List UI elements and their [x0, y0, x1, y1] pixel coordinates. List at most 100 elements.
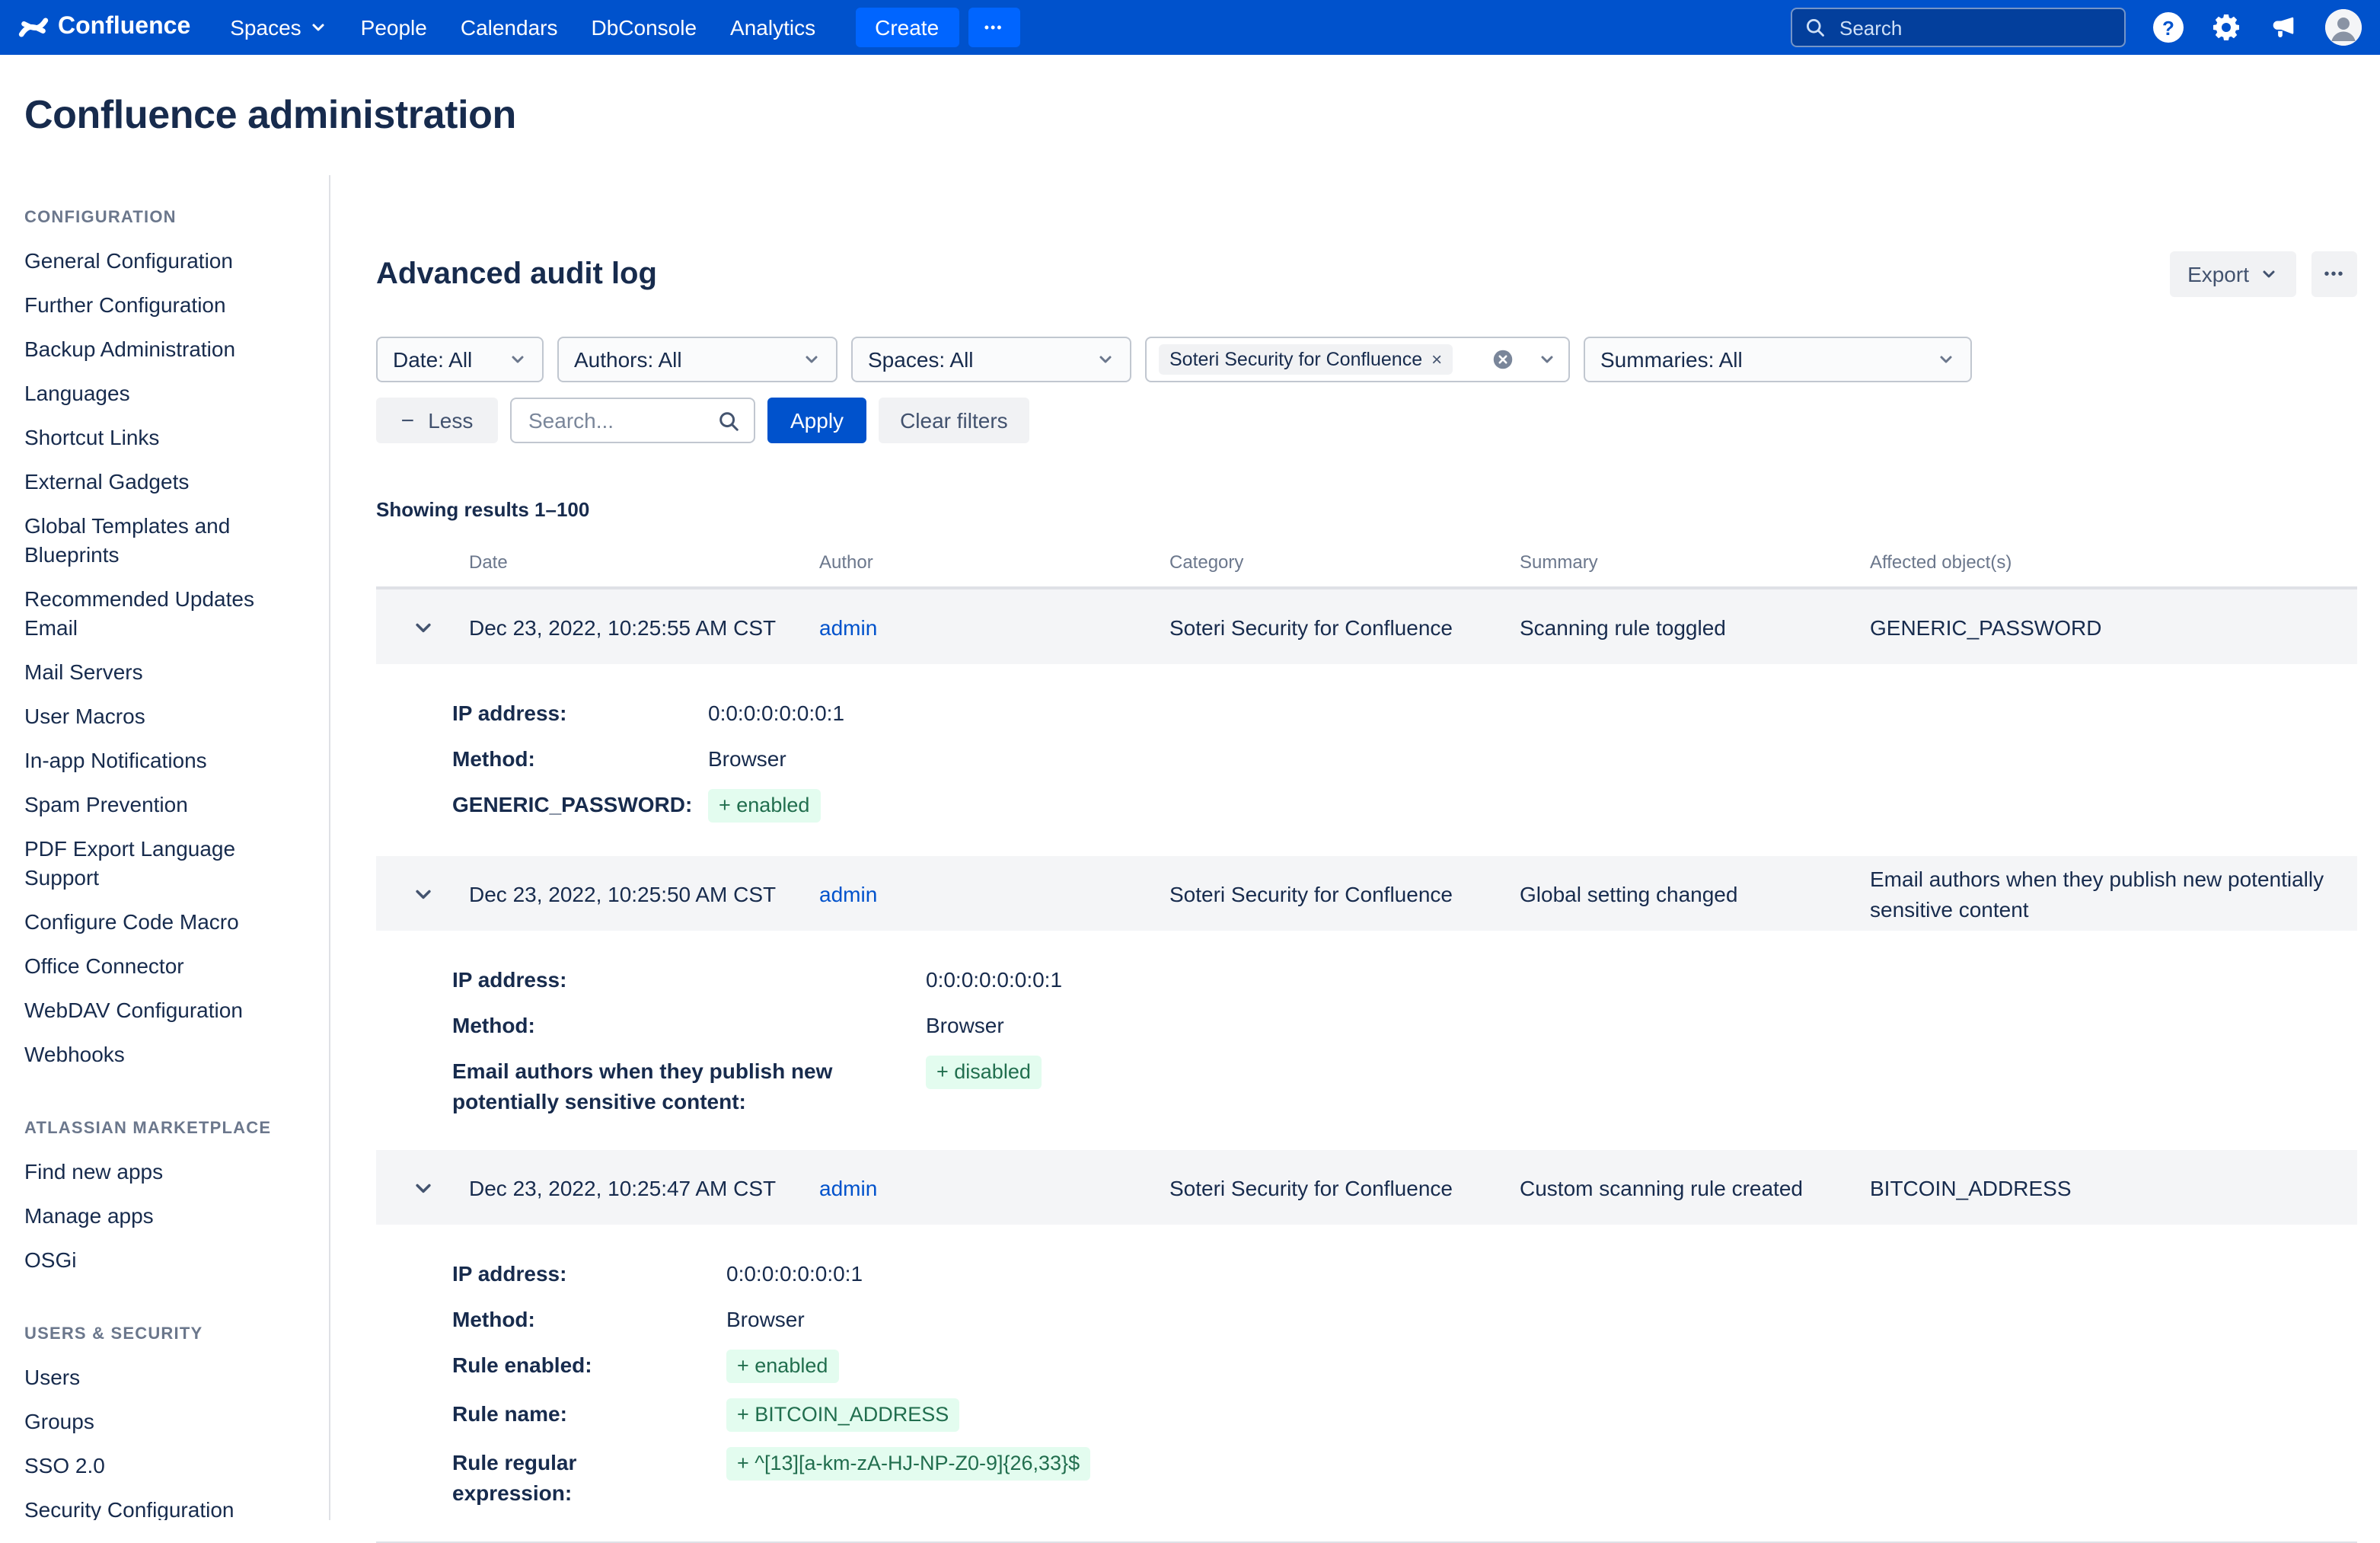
gear-icon	[2211, 12, 2241, 43]
sidebar-item-mail-servers[interactable]: Mail Servers	[24, 650, 311, 695]
collapse-row-button[interactable]	[404, 875, 441, 912]
clear-filter-icon[interactable]	[1492, 349, 1514, 370]
change-badge: + enabled	[726, 1350, 838, 1383]
detail-label: GENERIC_PASSWORD:	[452, 789, 708, 819]
sidebar-item-groups[interactable]: Groups	[24, 1400, 311, 1444]
change-badge: + ^[13][a-km-zA-HJ-NP-Z0-9]{26,33}$	[726, 1447, 1090, 1481]
chevron-down-icon	[1096, 350, 1115, 369]
clear-filters-button[interactable]: Clear filters	[879, 398, 1029, 443]
search-icon	[717, 409, 740, 432]
sidebar-item-shortcut-links[interactable]: Shortcut Links	[24, 416, 311, 460]
sidebar-item-languages[interactable]: Languages	[24, 372, 311, 416]
section-title: Advanced audit log	[376, 257, 657, 292]
detail-value: 0:0:0:0:0:0:0:1	[708, 698, 844, 728]
apply-button[interactable]: Apply	[767, 398, 866, 443]
sidebar-item-users[interactable]: Users	[24, 1356, 311, 1400]
sidebar-item-spam-prevention[interactable]: Spam Prevention	[24, 783, 311, 827]
detail-label: Rule regular expression:	[452, 1447, 726, 1508]
detail-value: Browser	[726, 1304, 805, 1334]
sidebar-item-webdav-configuration[interactable]: WebDAV Configuration	[24, 989, 311, 1033]
audit-author-link[interactable]: admin	[819, 881, 877, 906]
nav-item-analytics[interactable]: Analytics	[730, 15, 815, 40]
announcements-button[interactable]	[2269, 13, 2298, 42]
chevron-down-icon	[509, 350, 527, 369]
export-button[interactable]: Export	[2169, 251, 2296, 297]
nav-search[interactable]	[1791, 8, 2126, 47]
more-actions-button[interactable]: •••	[2311, 251, 2357, 297]
question-icon: ?	[2162, 16, 2174, 39]
filter-search-input[interactable]	[525, 407, 708, 434]
spaces-filter-dropdown[interactable]: Spaces: All	[851, 337, 1131, 382]
sidebar-item-manage-apps[interactable]: Manage apps	[24, 1194, 311, 1238]
admin-sidebar: CONFIGURATION General Configuration Furt…	[0, 175, 330, 1520]
confluence-logo-icon	[18, 12, 49, 43]
nav-more-button[interactable]: •••	[968, 8, 1019, 47]
results-count: Showing results 1–100	[376, 498, 2357, 521]
filter-actions: − Less Apply Clear filters	[376, 398, 2357, 443]
sidebar-item-sso[interactable]: SSO 2.0	[24, 1444, 311, 1488]
nav-item-dbconsole[interactable]: DbConsole	[592, 15, 697, 40]
chevron-down-icon	[802, 350, 821, 369]
audit-author-link[interactable]: admin	[819, 1175, 877, 1200]
audit-row-details: IP address: 0:0:0:0:0:0:0:1 Method: Brow…	[376, 1225, 2357, 1543]
sidebar-item-external-gadgets[interactable]: External Gadgets	[24, 460, 311, 504]
authors-filter-dropdown[interactable]: Authors: All	[557, 337, 837, 382]
brand-label: Confluence	[58, 14, 190, 41]
expand-column-header	[376, 551, 469, 573]
more-icon: •••	[2324, 266, 2344, 283]
column-header-summary: Summary	[1520, 551, 1870, 573]
nav-right: ?	[1791, 8, 2362, 47]
audit-affected: GENERIC_PASSWORD	[1870, 612, 2357, 642]
nav-item-spaces[interactable]: Spaces	[230, 15, 327, 40]
column-header-author: Author	[819, 551, 1169, 573]
filter-search[interactable]	[510, 398, 755, 443]
sidebar-item-user-macros[interactable]: User Macros	[24, 695, 311, 739]
audit-row-details: IP address: 0:0:0:0:0:0:0:1 Method: Brow…	[376, 931, 2357, 1150]
sidebar-item-security-configuration[interactable]: Security Configuration	[24, 1488, 311, 1520]
audit-category: Soteri Security for Confluence	[1169, 612, 1520, 642]
audit-date: Dec 23, 2022, 10:25:50 AM CST	[469, 878, 819, 909]
detail-label: Method:	[452, 1010, 926, 1040]
main-content: Advanced audit log Export ••• Date: All	[330, 175, 2380, 1520]
nav-item-calendars[interactable]: Calendars	[461, 15, 558, 40]
avatar[interactable]	[2325, 9, 2362, 46]
sidebar-item-office-connector[interactable]: Office Connector	[24, 944, 311, 989]
sidebar-heading: ATLASSIAN MARKETPLACE	[24, 1120, 311, 1138]
sidebar-item-global-templates[interactable]: Global Templates and Blueprints	[24, 504, 311, 577]
detail-label: Rule name:	[452, 1398, 726, 1429]
confluence-logo[interactable]: Confluence	[18, 12, 190, 43]
categories-filter-dropdown[interactable]: Soteri Security for Confluence ×	[1145, 337, 1570, 382]
help-button[interactable]: ?	[2153, 12, 2184, 43]
sidebar-item-backup-administration[interactable]: Backup Administration	[24, 327, 311, 372]
collapse-row-button[interactable]	[404, 609, 441, 645]
sidebar-heading: USERS & SECURITY	[24, 1325, 311, 1343]
sidebar-item-find-new-apps[interactable]: Find new apps	[24, 1150, 311, 1194]
sidebar-item-further-configuration[interactable]: Further Configuration	[24, 283, 311, 327]
date-filter-dropdown[interactable]: Date: All	[376, 337, 544, 382]
detail-label: IP address:	[452, 964, 926, 995]
sidebar-item-general-configuration[interactable]: General Configuration	[24, 239, 311, 283]
detail-value: Browser	[708, 743, 786, 774]
category-filter-chip[interactable]: Soteri Security for Confluence ×	[1159, 344, 1453, 375]
audit-summary: Global setting changed	[1520, 878, 1870, 909]
sidebar-item-webhooks[interactable]: Webhooks	[24, 1033, 311, 1077]
sidebar-item-osgi[interactable]: OSGi	[24, 1238, 311, 1283]
nav-item-people[interactable]: People	[361, 15, 427, 40]
summaries-filter-dropdown[interactable]: Summaries: All	[1584, 337, 1972, 382]
create-button[interactable]: Create	[855, 8, 959, 47]
sidebar-item-in-app-notifications[interactable]: In-app Notifications	[24, 739, 311, 783]
sidebar-item-configure-code-macro[interactable]: Configure Code Macro	[24, 900, 311, 944]
detail-label: Email authors when they publish new pote…	[452, 1056, 926, 1117]
detail-label: Method:	[452, 743, 708, 774]
nav-search-input[interactable]	[1836, 14, 2112, 40]
sidebar-item-recommended-updates-email[interactable]: Recommended Updates Email	[24, 577, 311, 650]
audit-author-link[interactable]: admin	[819, 615, 877, 639]
settings-button[interactable]	[2211, 12, 2241, 43]
sidebar-item-pdf-export-language[interactable]: PDF Export Language Support	[24, 827, 311, 900]
close-icon[interactable]: ×	[1431, 350, 1442, 369]
audit-date: Dec 23, 2022, 10:25:47 AM CST	[469, 1172, 819, 1203]
audit-row: Dec 23, 2022, 10:25:55 AM CST admin Sote…	[376, 589, 2357, 664]
collapse-row-button[interactable]	[404, 1169, 441, 1206]
less-filters-button[interactable]: − Less	[376, 398, 498, 443]
detail-label: IP address:	[452, 698, 708, 728]
